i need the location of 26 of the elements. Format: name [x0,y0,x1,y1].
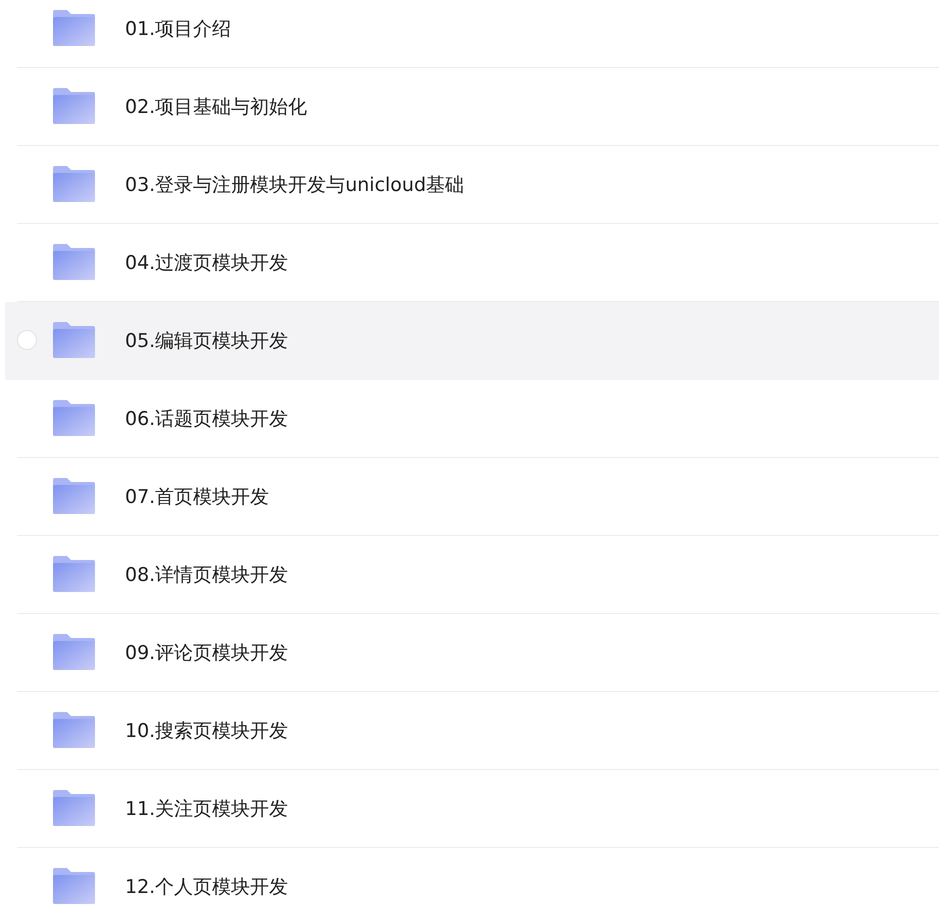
file-name[interactable]: 02.项目基础与初始化 [125,94,308,120]
folder-icon [53,10,95,46]
folder-icon [53,790,95,826]
folder-icon [53,868,95,904]
file-name[interactable]: 07.首页模块开发 [125,484,270,510]
file-name[interactable]: 12.个人页模块开发 [125,874,288,900]
file-name[interactable]: 03.登录与注册模块开发与unicloud基础 [125,172,464,198]
folder-icon [53,634,95,670]
file-name[interactable]: 01.项目介绍 [125,16,232,42]
file-name[interactable]: 11.关注页模块开发 [125,796,288,822]
folder-icon [53,400,95,436]
folder-icon [53,478,95,514]
file-row[interactable]: 05.编辑页模块开发 [5,302,939,380]
file-name[interactable]: 08.详情页模块开发 [125,562,288,588]
file-name[interactable]: 06.话题页模块开发 [125,406,288,432]
file-name[interactable]: 05.编辑页模块开发 [125,328,288,354]
folder-icon [53,166,95,202]
folder-icon [53,712,95,748]
folder-icon [53,322,95,358]
file-name[interactable]: 04.过渡页模块开发 [125,250,288,276]
folder-icon [53,556,95,592]
radio-button[interactable] [17,330,37,350]
folder-icon [53,244,95,280]
folder-icon [53,88,95,124]
file-name[interactable]: 09.评论页模块开发 [125,640,288,666]
file-name[interactable]: 10.搜索页模块开发 [125,718,288,744]
